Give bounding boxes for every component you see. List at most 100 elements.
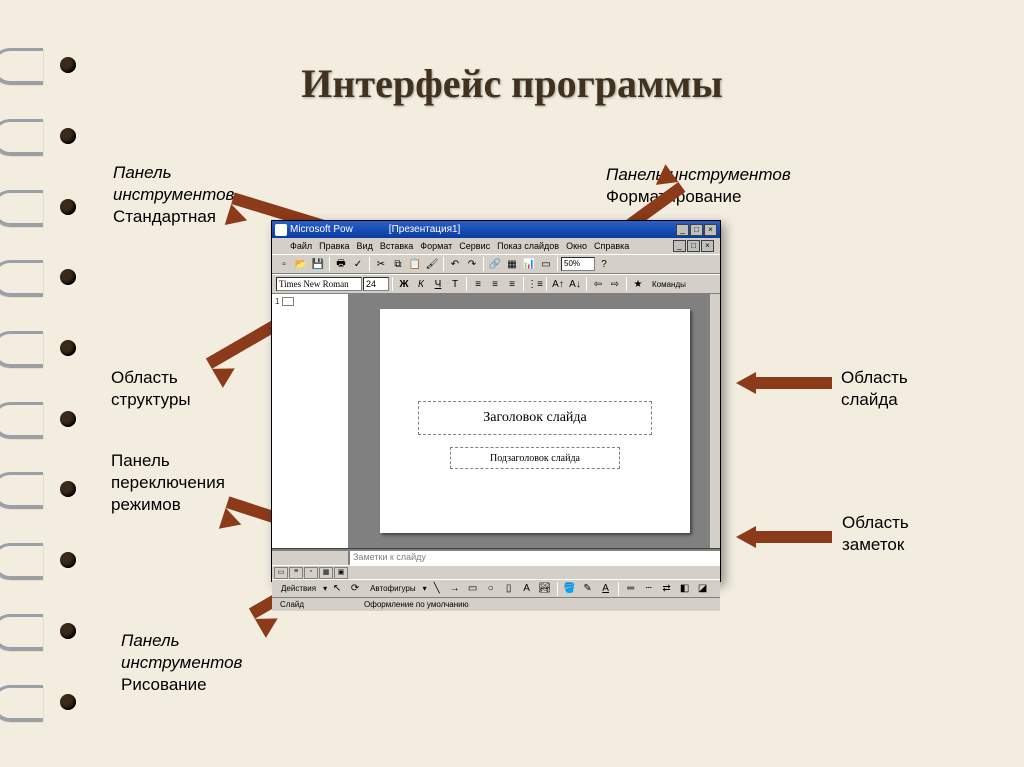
align-center-icon[interactable]: ≡ xyxy=(487,276,503,292)
wordart-icon[interactable]: A xyxy=(519,581,535,597)
select-icon[interactable]: ↖ xyxy=(329,581,345,597)
menu-file[interactable]: Файл xyxy=(290,241,312,251)
new-slide-icon[interactable]: ▭ xyxy=(538,256,554,272)
decrease-font-icon[interactable]: A↓ xyxy=(567,276,583,292)
bold-icon[interactable]: Ж xyxy=(396,276,412,292)
outline-view-button[interactable]: ≡ xyxy=(289,567,303,579)
slide-edit-area[interactable]: Заголовок слайда Подзаголовок слайда xyxy=(350,294,720,548)
slideshow-view-button[interactable]: ▣ xyxy=(334,567,348,579)
open-icon[interactable]: 📂 xyxy=(293,256,309,272)
shadow-style-icon[interactable]: ◧ xyxy=(677,581,693,597)
promote-icon[interactable]: ⇦ xyxy=(590,276,606,292)
chart-icon[interactable]: 📊 xyxy=(521,256,537,272)
align-left-icon[interactable]: ≡ xyxy=(470,276,486,292)
doc-minimize-button[interactable]: _ xyxy=(673,240,686,252)
menu-window[interactable]: Окно xyxy=(566,241,587,251)
table-icon[interactable]: ▦ xyxy=(504,256,520,272)
sorter-view-button[interactable]: ▦ xyxy=(319,567,333,579)
doc-close-button[interactable]: × xyxy=(701,240,714,252)
dash-style-icon[interactable]: ┄ xyxy=(641,581,657,597)
app-title-prefix: Microsoft Pow xyxy=(290,224,353,235)
status-bar: Слайд Оформление по умолчанию xyxy=(272,597,720,611)
shadow-icon[interactable]: Т xyxy=(447,276,463,292)
spell-icon[interactable]: ✓ xyxy=(350,256,366,272)
slide-thumb-icon xyxy=(282,297,294,306)
title-placeholder[interactable]: Заголовок слайда xyxy=(418,401,652,435)
rotate-icon[interactable]: ⟳ xyxy=(347,581,363,597)
outline-slide-number: 1 xyxy=(275,297,279,306)
menu-tools[interactable]: Сервис xyxy=(459,241,490,251)
draw-actions-button[interactable]: Действия xyxy=(276,582,321,595)
minimize-button[interactable]: _ xyxy=(676,224,689,236)
arrow-style-icon[interactable]: ⇄ xyxy=(659,581,675,597)
slide-view-button[interactable]: ▫ xyxy=(304,567,318,579)
menu-edit[interactable]: Правка xyxy=(319,241,349,251)
align-right-icon[interactable]: ≡ xyxy=(504,276,520,292)
drawing-toolbar: Действия▾ ↖ ⟳ Автофигуры▾ ╲ → ▭ ○ ▯ A 🏞 … xyxy=(272,579,720,597)
app-icon xyxy=(275,224,287,236)
format-painter-icon[interactable]: 🖌 xyxy=(424,256,440,272)
arrow-icon[interactable]: → xyxy=(447,581,463,597)
print-icon[interactable]: 🖶 xyxy=(333,256,349,272)
vertical-scrollbar[interactable] xyxy=(709,294,720,548)
outline-slide-1[interactable]: 1 xyxy=(275,297,345,306)
paste-icon[interactable]: 📋 xyxy=(407,256,423,272)
callout-notes-area: Область заметок xyxy=(842,512,909,556)
clipart-icon[interactable]: 🏞 xyxy=(537,581,553,597)
menu-slideshow[interactable]: Показ слайдов xyxy=(497,241,559,251)
redo-icon[interactable]: ↷ xyxy=(464,256,480,272)
line-style-icon[interactable]: ═ xyxy=(623,581,639,597)
copy-icon[interactable]: ⧉ xyxy=(390,256,406,272)
notes-pane[interactable]: Заметки к слайду xyxy=(272,551,720,565)
new-icon[interactable]: ▫ xyxy=(276,256,292,272)
workspace: 1 Заголовок слайда Подзаголовок слайда xyxy=(272,294,720,548)
line-icon[interactable]: ╲ xyxy=(429,581,445,597)
oval-icon[interactable]: ○ xyxy=(483,581,499,597)
font-size-selector[interactable]: 24 xyxy=(363,277,389,291)
fill-color-icon[interactable]: 🪣 xyxy=(562,581,578,597)
menu-format[interactable]: Формат xyxy=(420,241,452,251)
italic-icon[interactable]: К xyxy=(413,276,429,292)
textbox-icon[interactable]: ▯ xyxy=(501,581,517,597)
effects-icon[interactable]: ★ xyxy=(630,276,646,292)
page-title: Интерфейс программы xyxy=(0,60,1024,107)
line-color-icon[interactable]: ✎ xyxy=(580,581,596,597)
standard-toolbar: ▫ 📂 💾 🖶 ✓ ✂ ⧉ 📋 🖌 ↶ ↷ 🔗 ▦ 📊 ▭ 50% ? xyxy=(272,254,720,274)
help-icon[interactable]: ? xyxy=(596,256,612,272)
notes-placeholder[interactable]: Заметки к слайду xyxy=(350,551,429,565)
menu-insert[interactable]: Вставка xyxy=(380,241,413,251)
3d-style-icon[interactable]: ◪ xyxy=(695,581,711,597)
save-icon[interactable]: 💾 xyxy=(310,256,326,272)
undo-icon[interactable]: ↶ xyxy=(447,256,463,272)
normal-view-button[interactable]: ▭ xyxy=(274,567,288,579)
doc-maximize-button[interactable]: □ xyxy=(687,240,700,252)
slide-canvas[interactable]: Заголовок слайда Подзаголовок слайда xyxy=(380,309,690,533)
increase-font-icon[interactable]: A↑ xyxy=(550,276,566,292)
autoshapes-button[interactable]: Автофигуры xyxy=(365,582,421,595)
rectangle-icon[interactable]: ▭ xyxy=(465,581,481,597)
maximize-button[interactable]: □ xyxy=(690,224,703,236)
callout-outline-area: Область структуры xyxy=(111,367,191,411)
notebook-binding xyxy=(0,0,100,767)
subtitle-placeholder[interactable]: Подзаголовок слайда xyxy=(450,447,620,469)
hyperlink-icon[interactable]: 🔗 xyxy=(487,256,503,272)
menubar: Файл Правка Вид Вставка Формат Сервис По… xyxy=(272,238,720,254)
underline-icon[interactable]: Ч xyxy=(430,276,446,292)
callout-standard-toolbar: Панель инструментов Стандартная xyxy=(113,162,234,228)
font-selector[interactable]: Times New Roman xyxy=(276,277,362,291)
callout-view-switch: Панель переключения режимов xyxy=(111,450,225,516)
outline-pane[interactable]: 1 xyxy=(272,294,350,548)
titlebar[interactable]: Microsoft Pow [Презентация1] _ □ × xyxy=(272,221,720,238)
document-name: [Презентация1] xyxy=(389,224,461,235)
bullets-icon[interactable]: ⋮≡ xyxy=(527,276,543,292)
cut-icon[interactable]: ✂ xyxy=(373,256,389,272)
zoom-input[interactable]: 50% xyxy=(561,257,595,271)
demote-icon[interactable]: ⇨ xyxy=(607,276,623,292)
menu-help[interactable]: Справка xyxy=(594,241,629,251)
commands-button[interactable]: Команды xyxy=(647,278,691,291)
font-color-icon[interactable]: A xyxy=(598,581,614,597)
status-design-label: Оформление по умолчанию xyxy=(364,600,469,609)
status-slide-label: Слайд xyxy=(280,600,304,609)
close-button[interactable]: × xyxy=(704,224,717,236)
menu-view[interactable]: Вид xyxy=(357,241,373,251)
